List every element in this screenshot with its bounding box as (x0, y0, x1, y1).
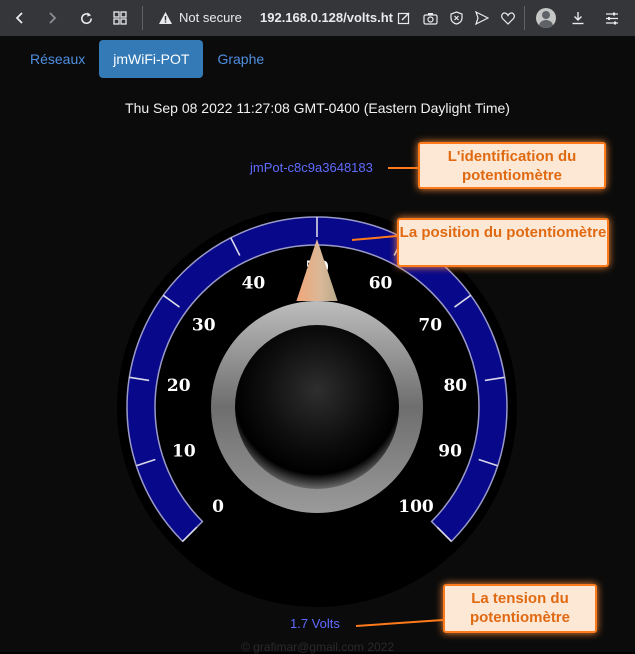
heart-icon[interactable] (500, 0, 516, 36)
edit-icon[interactable] (396, 0, 412, 36)
tab-grid-icon[interactable] (108, 0, 132, 36)
shield-icon[interactable] (448, 0, 464, 36)
gauge-label: 70 (418, 316, 442, 336)
gauge-label: 20 (167, 376, 191, 396)
knob-center (235, 325, 399, 489)
datetime-display: Thu Sep 08 2022 11:27:08 GMT-0400 (Easte… (125, 100, 510, 116)
gauge-label: 10 (172, 441, 196, 461)
tab-reseaux[interactable]: Réseaux (16, 40, 99, 78)
warning-icon[interactable] (156, 0, 174, 36)
gauge-label: 100 (398, 497, 434, 517)
toolbar-separator (524, 6, 525, 30)
gauge-label: 90 (438, 441, 462, 461)
camera-icon[interactable] (422, 0, 438, 36)
settings-sliders-icon[interactable] (603, 0, 621, 36)
send-icon[interactable] (474, 0, 490, 36)
forward-icon[interactable] (40, 0, 64, 36)
gauge-label: 80 (443, 376, 467, 396)
gauge-label: 0 (212, 497, 224, 517)
device-id: jmPot-c8c9a3648183 (250, 160, 373, 175)
nav-tabs: Réseaux jmWiFi-POT Graphe (16, 40, 278, 78)
callout-tension: La tension du potentiomètre (443, 584, 597, 633)
tab-graphe[interactable]: Graphe (203, 40, 278, 78)
potentiometer-gauge: 0102030405060708090100 (117, 212, 517, 607)
browser-toolbar: Not secure 192.168.0.128/volts.ht (0, 0, 635, 36)
callout-identification: L'identification du potentiomètre (418, 142, 606, 189)
tab-jmwifi-pot[interactable]: jmWiFi-POT (99, 40, 204, 78)
security-label[interactable]: Not secure (179, 10, 242, 25)
download-icon[interactable] (569, 0, 587, 36)
callout-position: La position du potentiomètre (397, 218, 609, 267)
back-icon[interactable] (8, 0, 32, 36)
gauge-label: 40 (242, 273, 266, 293)
toolbar-separator (142, 6, 143, 30)
address-bar-url[interactable]: 192.168.0.128/volts.ht (260, 10, 393, 25)
gauge-label: 30 (192, 316, 216, 336)
page-content: Réseaux jmWiFi-POT Graphe Thu Sep 08 202… (0, 36, 635, 654)
voltage-readout: 1.7 Volts (290, 616, 340, 631)
profile-avatar[interactable] (536, 8, 556, 28)
reload-icon[interactable] (74, 0, 98, 36)
gauge-label: 60 (369, 273, 393, 293)
